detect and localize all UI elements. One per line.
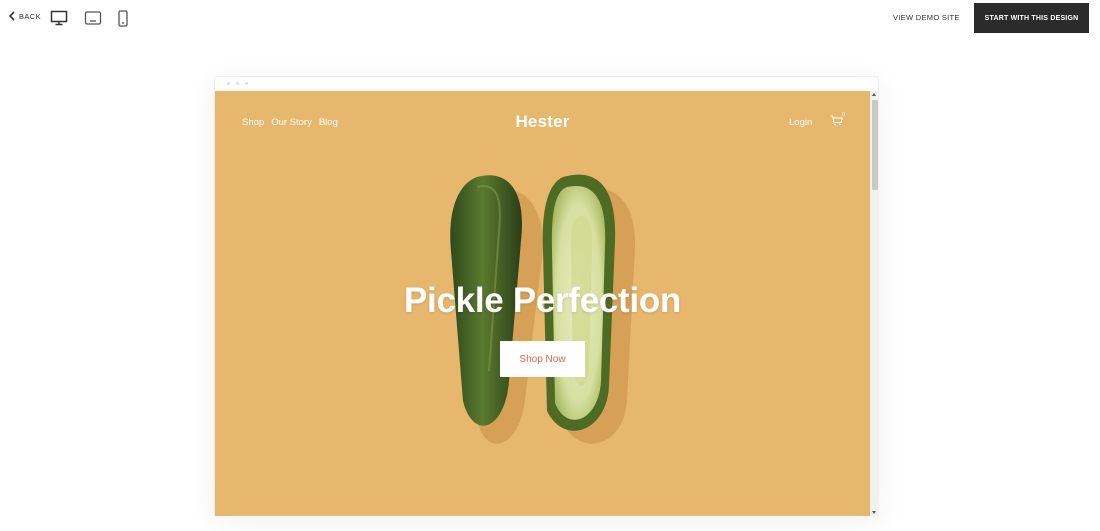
scroll-down-arrow-icon[interactable] (872, 511, 876, 514)
tablet-icon[interactable] (84, 10, 102, 26)
shop-now-button[interactable]: Shop Now (500, 341, 585, 377)
top-toolbar: BACK VIEW DEMO SITE START WITH THIS DESI… (0, 0, 1100, 36)
scroll-up-arrow-icon[interactable] (872, 93, 876, 96)
site-preview: Shop Our Story Blog Hester Login 0 Pickl… (215, 91, 870, 516)
back-button[interactable]: BACK (8, 11, 41, 21)
mobile-icon[interactable] (117, 10, 129, 27)
hero-title: Pickle Perfection (404, 281, 681, 320)
view-demo-site-link[interactable]: VIEW DEMO SITE (893, 13, 960, 22)
desktop-icon[interactable] (50, 10, 68, 26)
start-with-design-button[interactable]: START WITH THIS DESIGN (974, 3, 1089, 33)
chevron-left-icon (8, 11, 15, 21)
cart-count-badge: 0 (842, 112, 846, 118)
site-brand[interactable]: Hester (215, 112, 870, 132)
window-dots (227, 82, 248, 85)
preview-scrollbar[interactable] (870, 91, 879, 516)
scroll-thumb[interactable] (872, 100, 878, 190)
login-link[interactable]: Login (789, 117, 812, 128)
back-label: BACK (19, 11, 42, 21)
